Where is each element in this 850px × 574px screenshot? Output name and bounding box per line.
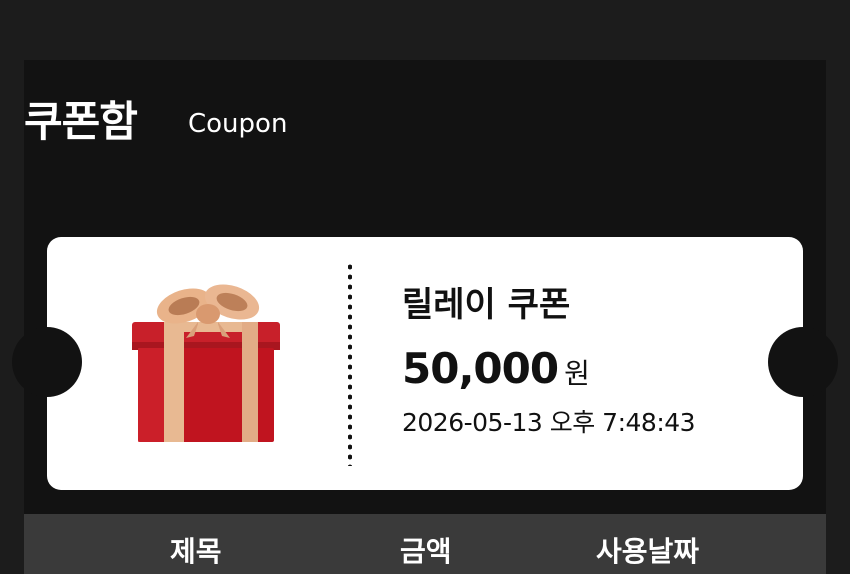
coupon-name: 릴레이 쿠폰 (402, 285, 571, 325)
column-header-used-date: 사용날짜 (596, 535, 700, 568)
coupon-divider (348, 262, 352, 466)
coupon-notch-right (768, 327, 838, 397)
coupon-amount-row: 50,000 원 (402, 344, 590, 393)
column-header-amount: 금액 (400, 535, 452, 568)
coupon-amount: 50,000 (402, 344, 559, 393)
page-title: 쿠폰함 (24, 97, 138, 146)
coupon-amount-unit: 원 (564, 357, 590, 390)
page-subtitle: Coupon (188, 109, 288, 139)
gift-icon (132, 284, 280, 442)
column-header-title: 제목 (170, 535, 222, 568)
coupon-notch-left (12, 327, 82, 397)
coupon-date: 2026-05-13 오후 7:48:43 (402, 408, 696, 437)
